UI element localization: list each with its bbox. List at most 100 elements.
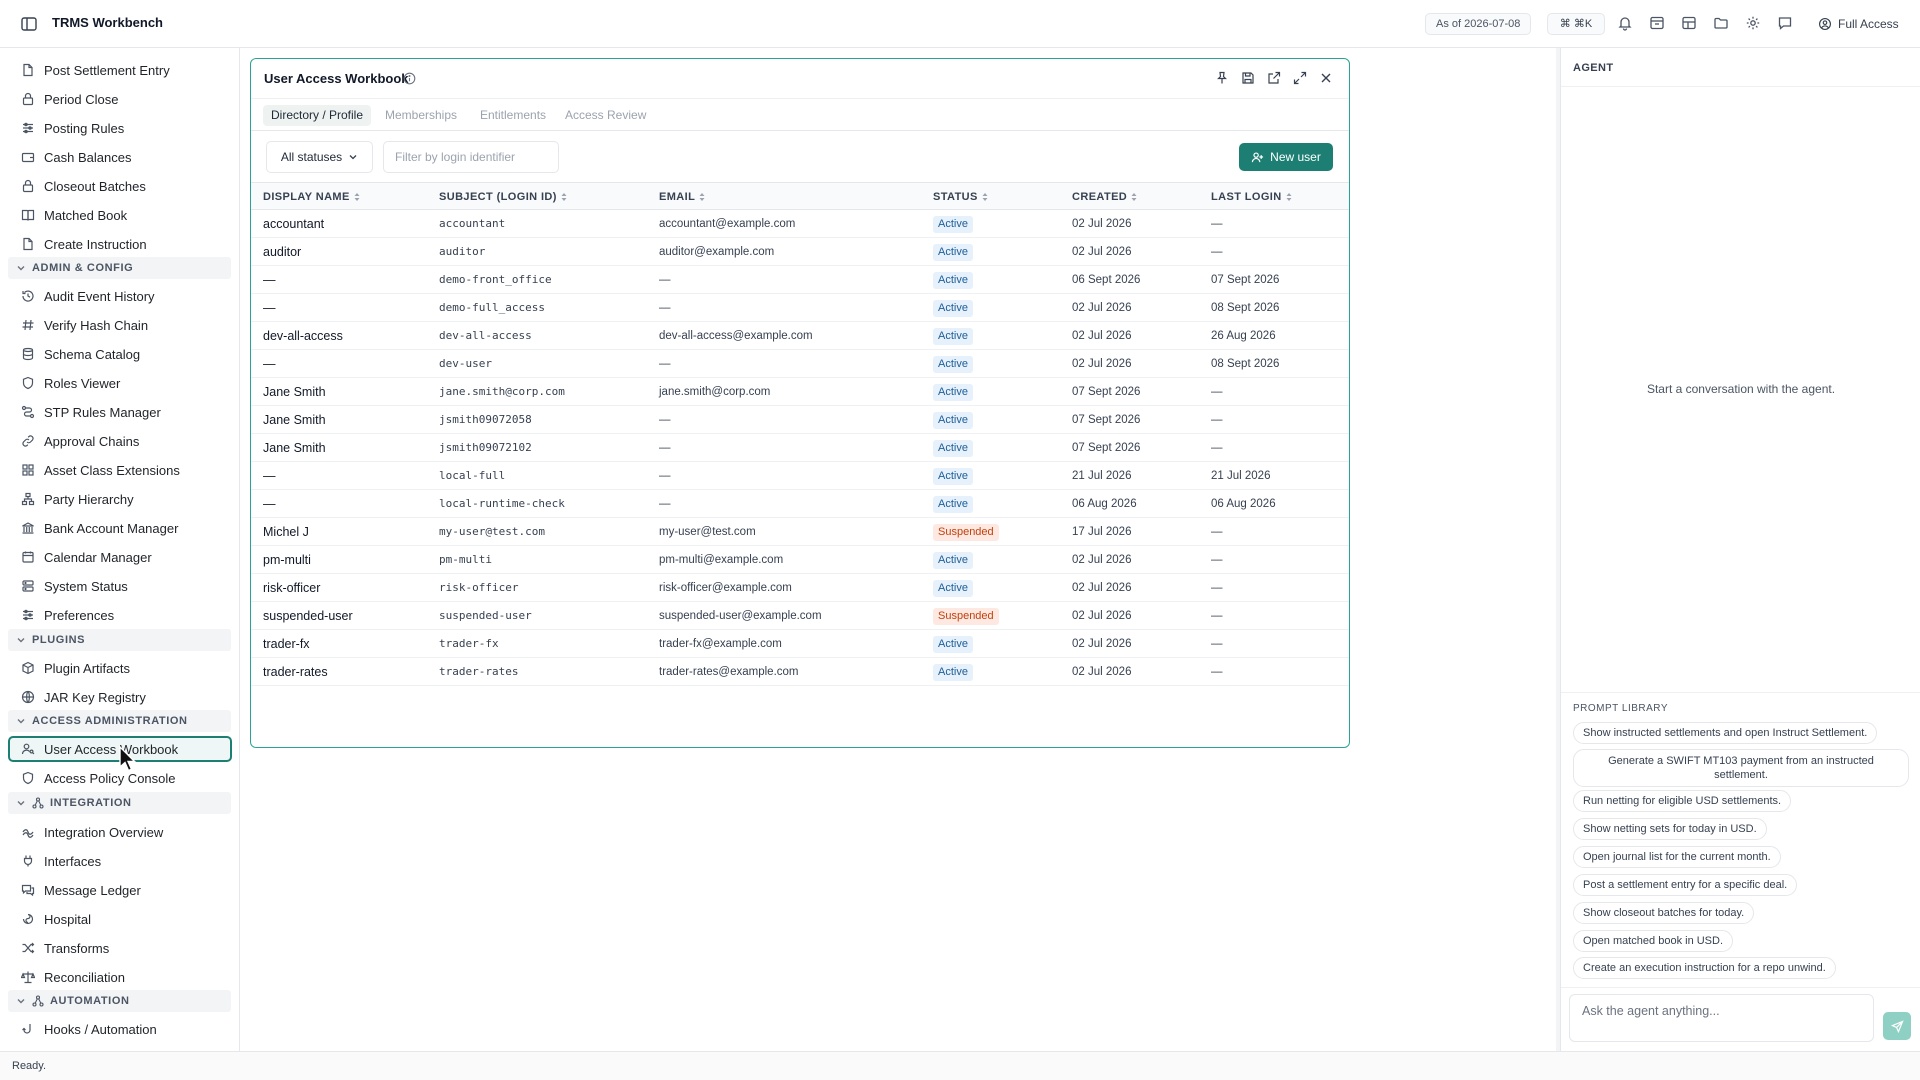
pin-icon[interactable] [1215,71,1229,85]
section-plugins[interactable]: PLUGINS [8,629,231,651]
command-palette-button[interactable]: ⌘ ⌘K [1547,13,1605,35]
table-row[interactable]: suspended-user suspended-user suspended-us… [251,602,1349,630]
tab-memberships[interactable]: Memberships [377,105,465,126]
sidebar-item-post-settlement-entry[interactable]: Post Settlement Entry [8,57,232,83]
sidebar-item-plugin-artifacts[interactable]: Plugin Artifacts [8,655,232,681]
table-row[interactable]: — local-full — Active 21 Jul 2026 21 Jul 2026 [251,462,1349,490]
prompt-chip[interactable]: Generate a SWIFT MT103 payment from an i… [1573,749,1909,787]
prompt-chip[interactable]: Show netting sets for today in USD. [1573,818,1767,840]
section-access-administration[interactable]: ACCESS ADMINISTRATION [8,710,231,732]
table-row[interactable]: trader-rates trader-rates trader-rates@exa… [251,658,1349,686]
table-row[interactable]: — local-runtime-check — Active 06 Aug 2026 06… [251,490,1349,518]
table-row[interactable]: Michel J my-user@test.com my-user@test.com… [251,518,1349,546]
sidebar-item-asset-class-extensions[interactable]: Asset Class Extensions [8,457,232,483]
new-user-button[interactable]: New user [1239,143,1333,171]
bell-icon[interactable] [1617,15,1633,31]
tab-access-review[interactable]: Access Review [557,105,654,126]
sidebar-item-message-ledger[interactable]: Message Ledger [8,877,232,903]
column-header-email[interactable]: EMAIL [659,183,706,211]
sidebar-item-user-access-workbook[interactable]: User Access Workbook [8,736,232,762]
column-header-subject[interactable]: SUBJECT (LOGIN ID) [439,183,568,211]
table-row[interactable]: auditor auditor auditor@example.com Active 0… [251,238,1349,266]
table-row[interactable]: — demo-front_office — Active 06 Sept 2026 07 … [251,266,1349,294]
maximize-icon[interactable] [1293,71,1307,85]
sidebar-item-closeout-batches[interactable]: Closeout Batches [8,173,232,199]
table-row[interactable]: — demo-full_access — Active 02 Jul 2026 08 Se… [251,294,1349,322]
sidebar-toggle-icon[interactable] [20,15,38,33]
access-level-menu[interactable]: Full Access [1818,14,1899,34]
save-icon[interactable] [1241,71,1255,85]
sidebar-item-hospital[interactable]: Hospital [8,906,232,932]
section-automation[interactable]: AUTOMATION [8,990,231,1012]
external-link-icon[interactable] [1267,71,1281,85]
column-header-created[interactable]: CREATED [1072,183,1138,211]
section-integration[interactable]: INTEGRATION [8,792,231,814]
sidebar-item-matched-book[interactable]: Matched Book [8,202,232,228]
prompt-chip[interactable]: Show instructed settlements and open Ins… [1573,722,1878,744]
sidebar-item-hooks-automation[interactable]: Hooks / Automation [8,1016,232,1042]
table-row[interactable]: risk-officer risk-officer risk-officer@exa… [251,574,1349,602]
agent-message-input[interactable] [1569,994,1874,1042]
sidebar-item-posting-rules[interactable]: Posting Rules [8,115,232,141]
tab-entitlements[interactable]: Entitlements [472,105,554,126]
prompt-chip[interactable]: Run netting for eligible USD settlements… [1573,790,1792,812]
prompt-chip[interactable]: Open matched book in USD. [1573,930,1734,952]
login-filter-input[interactable] [383,141,559,173]
sidebar-item-calendar-manager[interactable]: Calendar Manager [8,544,232,570]
column-header-label: DISPLAY NAME [263,191,350,203]
column-header-display-name[interactable]: DISPLAY NAME [263,183,361,211]
sidebar-item-label: Party Hierarchy [44,491,134,507]
table-row[interactable]: Jane Smith jsmith09072058 — Active 07 Sept 2… [251,406,1349,434]
status-filter-select[interactable]: All statuses [266,141,373,173]
calendar-icon [22,551,34,563]
sidebar-item-audit-event-history[interactable]: Audit Event History [8,283,232,309]
table-row[interactable]: accountant accountant accountant@example.c… [251,210,1349,238]
sidebar-item-access-policy-console[interactable]: Access Policy Console [8,765,232,791]
as-of-date-button[interactable]: As of 2026-07-08 [1425,13,1532,35]
sidebar-item-preferences[interactable]: Preferences [8,602,232,628]
sidebar-item-verify-hash-chain[interactable]: Verify Hash Chain [8,312,232,338]
sidebar-item-jar-key-registry[interactable]: JAR Key Registry [8,684,232,710]
prompt-chip[interactable]: Show closeout batches for today. [1573,902,1755,924]
sidebar-item-schema-catalog[interactable]: Schema Catalog [8,341,232,367]
table-row[interactable]: dev-all-access dev-all-access dev-all-acce… [251,322,1349,350]
archive-icon[interactable] [1649,15,1665,31]
send-button[interactable] [1883,1012,1911,1040]
gear-icon[interactable] [1745,15,1761,31]
tab-directory-profile[interactable]: Directory / Profile [263,105,372,126]
sidebar-item-cash-balances[interactable]: Cash Balances [8,144,232,170]
sidebar-item-stp-rules-manager[interactable]: STP Rules Manager [8,399,232,425]
folder-icon[interactable] [1713,15,1729,31]
sidebar-item-system-status[interactable]: System Status [8,573,232,599]
sliders-icon [23,609,33,621]
table-row[interactable]: pm-multi pm-multi pm-multi@example.com Acti… [251,546,1349,574]
sidebar-item-approval-chains[interactable]: Approval Chains [8,428,232,454]
chat-icon[interactable] [1777,15,1793,31]
sidebar-item-transforms[interactable]: Transforms [8,935,232,961]
column-header-last-login[interactable]: LAST LOGIN [1211,183,1293,211]
user-access-workbook-panel: User Access Workbook Directory / Profile… [250,58,1350,748]
sidebar-item-interfaces[interactable]: Interfaces [8,848,232,874]
table-row[interactable]: Jane Smith jsmith09072102 — Active 07 Sept 2… [251,434,1349,462]
table-row[interactable]: Jane Smith jane.smith@corp.com jane.smith@… [251,378,1349,406]
column-header-status[interactable]: STATUS [933,183,989,211]
sidebar-item-bank-account-manager[interactable]: Bank Account Manager [8,515,232,541]
sidebar-item-integration-overview[interactable]: Integration Overview [8,819,232,845]
sidebar-item-create-instruction[interactable]: Create Instruction [8,231,232,257]
table-row[interactable]: trader-fx trader-fx trader-fx@example.com A… [251,630,1349,658]
table-row[interactable]: — dev-user — Active 02 Jul 2026 08 Sept 2026 [251,350,1349,378]
info-icon[interactable] [403,72,416,85]
prompt-chip[interactable]: Open journal list for the current month. [1573,846,1781,868]
sidebar-item-roles-viewer[interactable]: Roles Viewer [8,370,232,396]
layout-icon[interactable] [1681,15,1697,31]
section-admin-config[interactable]: ADMIN & CONFIG [8,257,231,279]
prompt-chip[interactable]: Post a settlement entry for a specific d… [1573,874,1798,896]
hierarchy-icon [21,492,35,506]
close-icon[interactable] [1319,71,1333,85]
status-badge: Active [933,216,973,233]
prompt-chip[interactable]: Create an execution instruction for a re… [1573,957,1836,979]
document-icon [23,63,33,77]
sidebar-item-period-close[interactable]: Period Close [8,86,232,112]
sidebar-item-reconciliation[interactable]: Reconciliation [8,964,232,990]
sidebar-item-party-hierarchy[interactable]: Party Hierarchy [8,486,232,512]
